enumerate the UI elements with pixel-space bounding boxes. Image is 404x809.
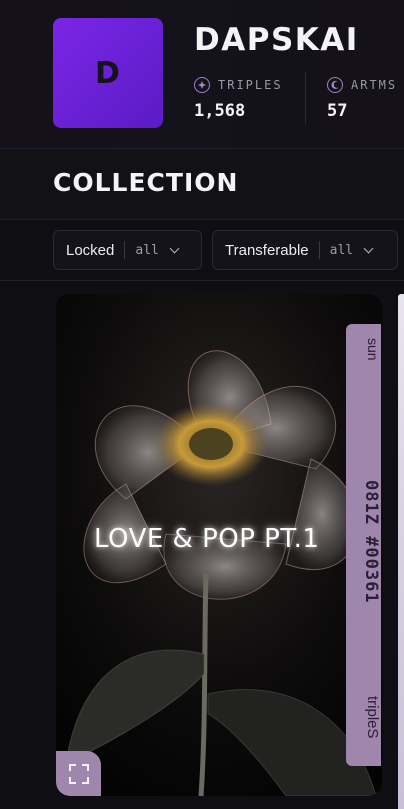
- expand-button[interactable]: [56, 751, 101, 796]
- filter-separator: [124, 241, 126, 259]
- avatar: D: [53, 18, 163, 128]
- locked-filter[interactable]: Locked all: [53, 230, 202, 270]
- objekt-artist: tripleS: [364, 696, 381, 739]
- stat-triples-label: TRIPLES: [218, 78, 283, 92]
- chevron-down-icon: [169, 243, 180, 253]
- stat-triples-value: 1,568: [194, 101, 246, 121]
- objekt-side-tab: sun 081Z #00361 tripleS: [346, 324, 381, 766]
- artwork-title: LOVE & POP PT.1: [94, 524, 320, 554]
- profile-name: DAPSKAI: [194, 22, 359, 58]
- stat-triples: TRIPLES 1,568: [194, 76, 283, 121]
- transferable-filter-label: Transferable: [225, 241, 309, 259]
- collection-title: COLLECTION: [53, 168, 239, 197]
- locked-filter-value: all: [135, 242, 159, 258]
- expand-icon: [68, 763, 89, 784]
- transferable-filter-value: all: [329, 242, 354, 258]
- transferable-filter[interactable]: Transferable all: [212, 230, 398, 270]
- objekt-card[interactable]: LOVE & POP PT.1: [56, 294, 382, 796]
- moon-icon: [327, 77, 343, 93]
- stat-artms-label: ARTMS: [351, 78, 398, 92]
- chevron-down-icon: [363, 243, 374, 253]
- profile-page: D DAPSKAI TRIPLES 1,568 ARTMS 57 COLLECT…: [0, 0, 404, 809]
- stat-artms: ARTMS 57: [327, 76, 397, 121]
- compass-icon: [194, 77, 210, 93]
- stat-divider: [305, 72, 306, 124]
- filter-separator: [318, 241, 320, 259]
- objekt-member: sun: [365, 338, 381, 361]
- stat-artms-value: 57: [327, 101, 348, 121]
- next-card-edge: [398, 294, 404, 809]
- locked-filter-label: Locked: [66, 241, 115, 259]
- objekt-serial: 081Z #00361: [361, 480, 381, 604]
- avatar-letter: D: [95, 55, 121, 91]
